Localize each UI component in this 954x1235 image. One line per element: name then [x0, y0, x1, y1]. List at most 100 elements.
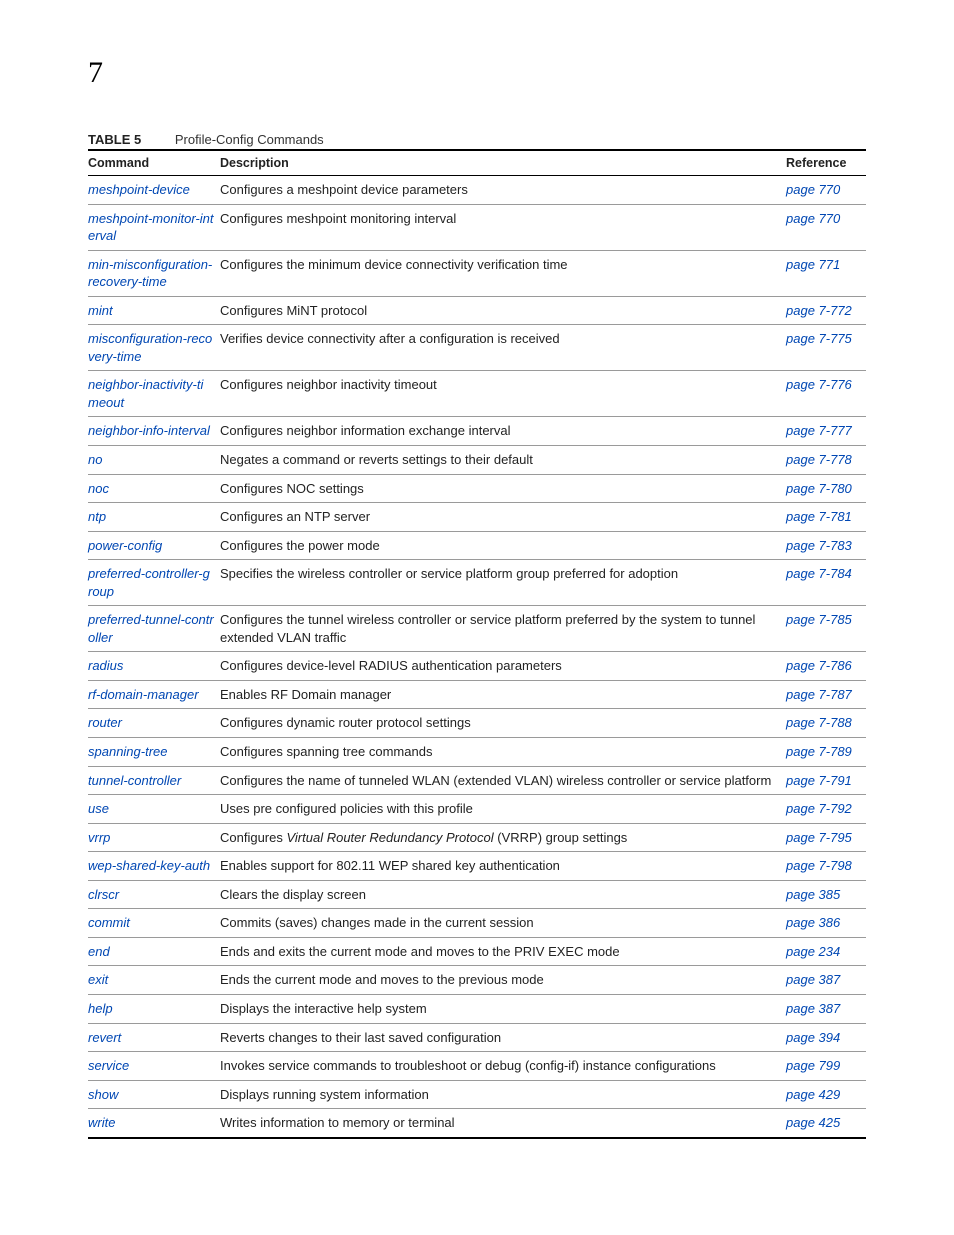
command-link[interactable]: rf-domain-manager: [88, 687, 199, 702]
description-cell: Commits (saves) changes made in the curr…: [220, 909, 786, 938]
description-cell: Clears the display screen: [220, 880, 786, 909]
command-link[interactable]: service: [88, 1058, 129, 1073]
command-link[interactable]: neighbor-info-interval: [88, 423, 210, 438]
reference-link[interactable]: page 799: [786, 1058, 840, 1073]
reference-link[interactable]: page 7-775: [786, 331, 852, 346]
command-link[interactable]: show: [88, 1087, 118, 1102]
reference-link[interactable]: page 387: [786, 972, 840, 987]
reference-link[interactable]: page 7-798: [786, 858, 852, 873]
reference-link[interactable]: page 7-784: [786, 566, 852, 581]
command-link[interactable]: help: [88, 1001, 113, 1016]
command-link[interactable]: tunnel-controller: [88, 773, 181, 788]
table-row: meshpoint-monitor-intervalConfigures mes…: [88, 204, 866, 250]
command-link[interactable]: misconfiguration-recovery-time: [88, 331, 212, 364]
command-link[interactable]: preferred-controller-group: [88, 566, 210, 599]
command-link[interactable]: wep-shared-key-auth: [88, 858, 210, 873]
table-row: use Uses pre configured policies with thi…: [88, 795, 866, 824]
table-row: meshpoint-device Configures a meshpoint d…: [88, 176, 866, 205]
reference-link[interactable]: page 394: [786, 1030, 840, 1045]
description-cell: Uses pre configured policies with this p…: [220, 795, 786, 824]
command-link[interactable]: neighbor-inactivity-timeout: [88, 377, 203, 410]
reference-link[interactable]: page 7-772: [786, 303, 852, 318]
command-link[interactable]: radius: [88, 658, 123, 673]
reference-link[interactable]: page 7-783: [786, 538, 852, 553]
reference-link[interactable]: page 7-788: [786, 715, 852, 730]
reference-link[interactable]: page 7-776: [786, 377, 852, 392]
table-row: revert Reverts changes to their last save…: [88, 1023, 866, 1052]
description-cell: Configures the name of tunneled WLAN (ex…: [220, 766, 786, 795]
header-reference: Reference: [786, 150, 866, 176]
table-row: writeWrites information to memory or ter…: [88, 1109, 866, 1138]
reference-link[interactable]: page 7-792: [786, 801, 852, 816]
reference-link[interactable]: page 234: [786, 944, 840, 959]
table-row: noc Configures NOC settingspage 7-780: [88, 474, 866, 503]
description-cell: Configures spanning tree commands: [220, 738, 786, 767]
command-link[interactable]: mint: [88, 303, 113, 318]
command-link[interactable]: write: [88, 1115, 115, 1130]
description-cell: Reverts changes to their last saved conf…: [220, 1023, 786, 1052]
command-link[interactable]: min-misconfiguration-recovery-time: [88, 257, 212, 290]
command-link[interactable]: noc: [88, 481, 109, 496]
table-row: show Displays running system informationp…: [88, 1080, 866, 1109]
reference-link[interactable]: page 387: [786, 1001, 840, 1016]
table-row: neighbor-info-intervalConfigures neighbo…: [88, 417, 866, 446]
command-link[interactable]: no: [88, 452, 102, 467]
description-cell: Configures a meshpoint device parameters: [220, 176, 786, 205]
table-row: neighbor-inactivity-timeout Configures ne…: [88, 371, 866, 417]
command-link[interactable]: spanning-tree: [88, 744, 168, 759]
table-row: preferred-controller-groupSpecifies the …: [88, 560, 866, 606]
table-row: preferred-tunnel-controllerConfigures th…: [88, 606, 866, 652]
table-row: wep-shared-key-auth Enables support for 8…: [88, 852, 866, 881]
reference-link[interactable]: page 429: [786, 1087, 840, 1102]
description-cell: Configures the tunnel wireless controlle…: [220, 606, 786, 652]
reference-link[interactable]: page 770: [786, 182, 840, 197]
description-cell: Configures MiNT protocol: [220, 296, 786, 325]
command-link[interactable]: meshpoint-monitor-interval: [88, 211, 213, 244]
command-link[interactable]: commit: [88, 915, 130, 930]
table-row: spanning-tree Configures spanning tree co…: [88, 738, 866, 767]
description-cell: Configures neighbor inactivity timeout: [220, 371, 786, 417]
description-cell: Negates a command or reverts settings to…: [220, 446, 786, 475]
table-row: clrscr Clears the display screenpage 385: [88, 880, 866, 909]
description-cell: Enables support for 802.11 WEP shared ke…: [220, 852, 786, 881]
reference-link[interactable]: page 386: [786, 915, 840, 930]
table-row: helpDisplays the interactive help system…: [88, 994, 866, 1023]
reference-link[interactable]: page 7-789: [786, 744, 852, 759]
reference-link[interactable]: page 7-785: [786, 612, 852, 627]
command-link[interactable]: ntp: [88, 509, 106, 524]
table-row: min-misconfiguration-recovery-timeConfig…: [88, 250, 866, 296]
description-cell: Configures the power mode: [220, 531, 786, 560]
reference-link[interactable]: page 7-795: [786, 830, 852, 845]
table-row: misconfiguration-recovery-timeVerifies d…: [88, 325, 866, 371]
reference-link[interactable]: page 7-777: [786, 423, 852, 438]
table-row: exitEnds the current mode and moves to t…: [88, 966, 866, 995]
command-link[interactable]: exit: [88, 972, 108, 987]
description-cell: Configures device-level RADIUS authentic…: [220, 652, 786, 681]
reference-link[interactable]: page 425: [786, 1115, 840, 1130]
table-row: serviceInvokes service commands to troub…: [88, 1052, 866, 1081]
reference-link[interactable]: page 7-778: [786, 452, 852, 467]
description-cell: Configures NOC settings: [220, 474, 786, 503]
reference-link[interactable]: page 7-786: [786, 658, 852, 673]
command-link[interactable]: power-config: [88, 538, 162, 553]
table-row: power-config Configures the power modepag…: [88, 531, 866, 560]
command-link[interactable]: revert: [88, 1030, 121, 1045]
command-link[interactable]: router: [88, 715, 122, 730]
command-link[interactable]: clrscr: [88, 887, 119, 902]
reference-link[interactable]: page 385: [786, 887, 840, 902]
reference-link[interactable]: page 7-787: [786, 687, 852, 702]
reference-link[interactable]: page 7-791: [786, 773, 852, 788]
reference-link[interactable]: page 771: [786, 257, 840, 272]
reference-link[interactable]: page 7-781: [786, 509, 852, 524]
reference-link[interactable]: page 7-780: [786, 481, 852, 496]
table-row: endEnds and exits the current mode and m…: [88, 937, 866, 966]
description-cell: Verifies device connectivity after a con…: [220, 325, 786, 371]
description-cell: Displays running system information: [220, 1080, 786, 1109]
table-row: tunnel-controller Configures the name of …: [88, 766, 866, 795]
reference-link[interactable]: page 770: [786, 211, 840, 226]
command-link[interactable]: vrrp: [88, 830, 110, 845]
command-link[interactable]: preferred-tunnel-controller: [88, 612, 214, 645]
command-link[interactable]: end: [88, 944, 110, 959]
command-link[interactable]: meshpoint-device: [88, 182, 190, 197]
command-link[interactable]: use: [88, 801, 109, 816]
